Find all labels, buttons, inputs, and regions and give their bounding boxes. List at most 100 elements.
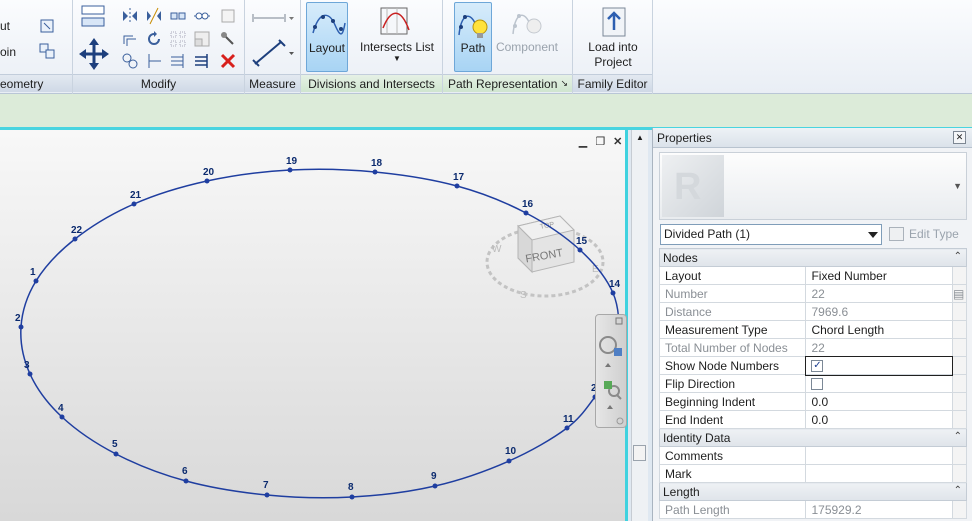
path-node[interactable] <box>204 178 210 184</box>
trim-extend-multiple-icon[interactable] <box>169 52 187 70</box>
property-row[interactable]: Beginning Indent 0.0 <box>658 392 968 411</box>
type-selector[interactable]: Divided Path (1) <box>660 224 882 245</box>
trim-extend-single-icon[interactable] <box>145 52 163 70</box>
path-representation-panel-title[interactable]: Path Representation <box>443 74 572 92</box>
flip-direction-value[interactable] <box>805 374 953 393</box>
family-editor-panel-title[interactable]: Family Editor <box>573 74 652 92</box>
trim-corner-icon[interactable] <box>193 52 211 70</box>
property-value[interactable] <box>805 464 953 483</box>
cut-dropdown-icon[interactable] <box>38 17 56 35</box>
flip-direction-checkbox[interactable] <box>811 378 824 391</box>
divided-path[interactable]: FRONT TOP W S E 123456789101122121314151… <box>0 130 628 521</box>
collapse-icon[interactable]: ⌃ <box>954 485 962 496</box>
viewcube[interactable]: FRONT TOP W S E <box>485 215 605 301</box>
restore-view-icon[interactable]: ❐ <box>593 136 607 148</box>
pin-icon[interactable] <box>219 30 237 48</box>
unpin-icon[interactable] <box>219 7 237 25</box>
path-node[interactable] <box>564 425 570 431</box>
rotate-icon[interactable] <box>145 30 163 48</box>
scroll-thumb[interactable] <box>633 445 646 461</box>
property-button[interactable] <box>951 446 968 465</box>
property-button[interactable] <box>951 356 968 375</box>
path-node[interactable] <box>72 236 78 242</box>
path-node[interactable] <box>506 458 512 464</box>
scale-icon[interactable] <box>193 30 211 48</box>
collapse-icon[interactable]: ⌃ <box>954 251 962 262</box>
steering-wheel-icon[interactable] <box>599 336 617 354</box>
path-button[interactable]: Path <box>454 2 492 72</box>
modify-panel-title[interactable]: Modify <box>73 74 244 92</box>
property-button[interactable] <box>951 410 968 429</box>
type-selector-dropdown-icon[interactable] <box>868 232 878 238</box>
group-header-length[interactable]: Length ⌃ <box>659 482 967 501</box>
split-gap-icon[interactable] <box>193 7 211 25</box>
property-button[interactable]: ▤ <box>951 284 968 303</box>
split-icon[interactable] <box>169 7 187 25</box>
property-row[interactable]: Flip Direction <box>658 374 968 393</box>
mirror-draw-axis-icon[interactable] <box>145 7 163 25</box>
drawing-canvas[interactable]: FRONT TOP W S E 123456789101122121314151… <box>0 130 628 521</box>
collapse-icon[interactable]: ⌃ <box>954 431 962 442</box>
zoom-dropdown-icon[interactable] <box>607 405 613 409</box>
scroll-up-arrow-icon[interactable]: ▲ <box>636 133 644 142</box>
path-node[interactable] <box>349 494 355 500</box>
layout-button[interactable]: Layout <box>306 2 348 72</box>
path-node[interactable] <box>33 278 39 284</box>
group-header-nodes[interactable]: Nodes ⌃ <box>659 248 967 267</box>
property-row[interactable]: End Indent 0.0 <box>658 410 968 429</box>
show-node-numbers-value[interactable]: ✓ <box>804 355 954 376</box>
steering-wheel-dropdown-icon[interactable] <box>605 363 611 367</box>
property-value[interactable]: 0.0 <box>805 410 953 429</box>
offset-icon[interactable] <box>121 30 139 48</box>
measure-panel-title[interactable]: Measure <box>245 74 300 92</box>
join-button[interactable]: oin <box>0 45 16 59</box>
property-row[interactable]: Comments <box>658 446 968 465</box>
property-row[interactable]: Layout Fixed Number <box>658 266 968 285</box>
edit-type-button[interactable]: Edit Type <box>889 224 959 245</box>
canvas-vertical-scrollbar[interactable]: ▲ <box>631 130 648 521</box>
align-icon[interactable] <box>79 4 107 30</box>
geometry-panel-title[interactable]: eometry <box>0 74 72 92</box>
minimize-view-icon[interactable]: ▁ <box>576 136 590 148</box>
properties-close-icon[interactable]: ✕ <box>953 131 966 144</box>
property-row[interactable]: Show Node Numbers ✓ <box>658 355 968 376</box>
copy-icon[interactable] <box>121 52 139 70</box>
delete-icon[interactable] <box>219 52 237 70</box>
property-value[interactable]: Fixed Number <box>805 266 953 285</box>
path-node[interactable] <box>264 492 270 498</box>
path-node[interactable] <box>18 324 24 330</box>
property-value[interactable] <box>805 446 953 465</box>
measure-between-points-icon[interactable] <box>251 8 295 28</box>
cut-button[interactable]: ut <box>0 19 10 33</box>
path-curve[interactable] <box>20 168 620 499</box>
path-node[interactable] <box>287 167 293 173</box>
nav-bar-options-icon[interactable] <box>616 417 624 425</box>
move-icon[interactable] <box>79 38 109 70</box>
property-button[interactable] <box>951 464 968 483</box>
path-node[interactable] <box>27 371 33 377</box>
path-node[interactable] <box>59 414 65 420</box>
component-button[interactable]: Component <box>495 2 559 72</box>
path-node[interactable] <box>113 451 119 457</box>
intersects-list-button[interactable]: Intersects List ▼ <box>353 2 441 72</box>
load-into-project-button[interactable]: Load into Project <box>577 2 649 72</box>
property-row[interactable]: Measurement Type Chord Length <box>658 320 968 339</box>
path-node[interactable] <box>523 210 529 216</box>
group-header-identity-data[interactable]: Identity Data ⌃ <box>659 428 967 447</box>
property-value[interactable]: 0.0 <box>805 392 953 411</box>
divisions-intersects-panel-title[interactable]: Divisions and Intersects <box>301 74 442 92</box>
property-row[interactable]: Mark <box>658 464 968 483</box>
show-node-numbers-checkbox[interactable]: ✓ <box>811 360 824 373</box>
path-node[interactable] <box>454 183 460 189</box>
property-button[interactable] <box>951 374 968 393</box>
panel-launcher-icon[interactable]: ↘ <box>560 78 568 89</box>
type-preview-dropdown-icon[interactable]: ▼ <box>953 181 962 191</box>
path-node[interactable] <box>577 247 583 253</box>
mirror-pick-axis-icon[interactable] <box>121 7 139 25</box>
property-button[interactable] <box>951 392 968 411</box>
nav-bar-close-icon[interactable] <box>615 317 623 325</box>
path-node[interactable] <box>432 483 438 489</box>
dimension-icon[interactable] <box>251 38 295 68</box>
property-value[interactable]: Chord Length <box>805 320 953 339</box>
path-node[interactable] <box>372 169 378 175</box>
